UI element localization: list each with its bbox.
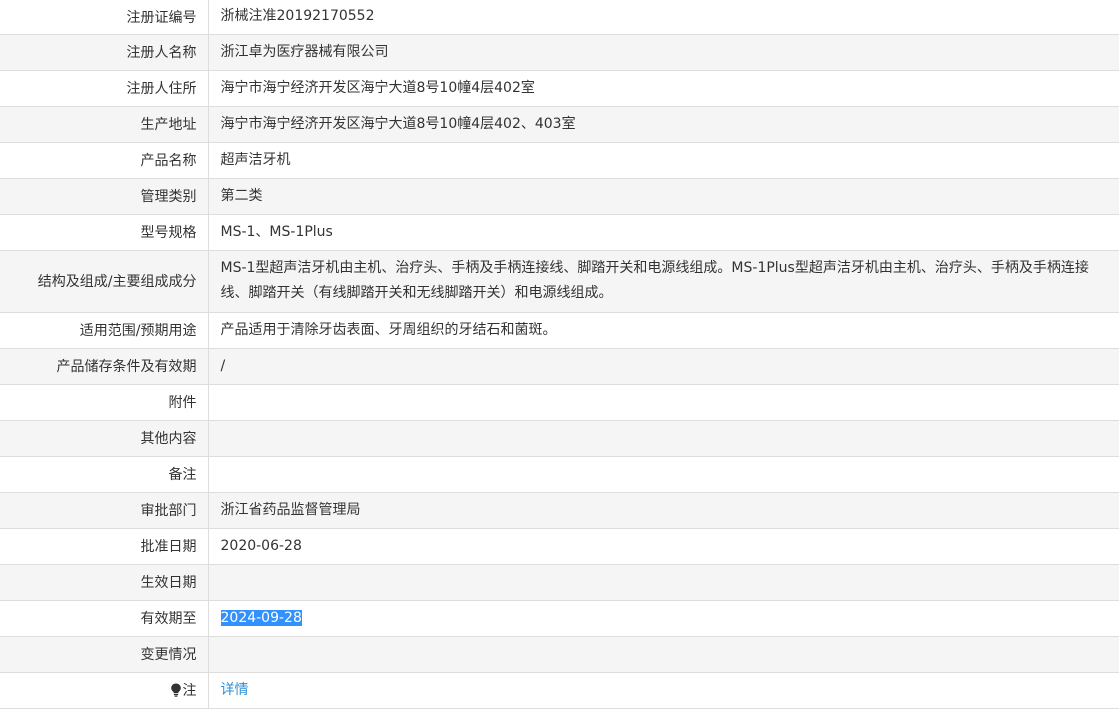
row-structure-composition: 结构及组成/主要组成成分 MS-1型超声洁牙机由主机、治疗头、手柄及手柄连接线、… [0,250,1119,313]
details-link[interactable]: 详情 [221,682,249,698]
field-label: 产品名称 [0,142,209,179]
field-value: 浙江省药品监督管理局 [208,492,1119,529]
field-label: 注 [0,672,209,709]
row-attachment: 附件 [0,384,1119,421]
row-intended-use: 适用范围/预期用途 产品适用于清除牙齿表面、牙周组织的牙结石和菌斑。 [0,312,1119,349]
field-label: 产品储存条件及有效期 [0,348,209,385]
field-label: 管理类别 [0,178,209,215]
field-value: MS-1、MS-1Plus [208,214,1119,251]
field-value [208,420,1119,457]
row-change-history: 变更情况 [0,636,1119,673]
field-value: 产品适用于清除牙齿表面、牙周组织的牙结石和菌斑。 [208,312,1119,349]
row-management-category: 管理类别 第二类 [0,178,1119,215]
field-value: 浙江卓为医疗器械有限公司 [208,34,1119,71]
field-value: / [208,348,1119,385]
lightbulb-icon [170,683,181,697]
field-value [208,456,1119,493]
field-value [208,636,1119,673]
row-registrant-name: 注册人名称 浙江卓为医疗器械有限公司 [0,34,1119,71]
field-label: 注册人住所 [0,70,209,107]
row-valid-until: 有效期至 2024-09-28 [0,600,1119,637]
field-label: 结构及组成/主要组成成分 [0,250,209,313]
field-label: 型号规格 [0,214,209,251]
field-label: 适用范围/预期用途 [0,312,209,349]
row-note: 注 详情 [0,672,1119,709]
field-label: 批准日期 [0,528,209,565]
row-approval-department: 审批部门 浙江省药品监督管理局 [0,492,1119,529]
selected-date-text[interactable]: 2024-09-28 [220,609,302,626]
row-storage-validity: 产品储存条件及有效期 / [0,348,1119,385]
row-registration-number: 注册证编号 浙械注准20192170552 [0,0,1119,35]
field-label: 有效期至 [0,600,209,637]
field-value: 超声洁牙机 [208,142,1119,179]
field-label: 注册证编号 [0,0,209,35]
field-label: 备注 [0,456,209,493]
row-registrant-address: 注册人住所 海宁市海宁经济开发区海宁大道8号10幢4层402室 [0,70,1119,107]
field-label: 生效日期 [0,564,209,601]
note-label: 注 [182,683,197,699]
row-remarks: 备注 [0,456,1119,493]
field-label: 附件 [0,384,209,421]
field-value [208,384,1119,421]
field-value: 第二类 [208,178,1119,215]
field-value: 2024-09-28 [208,600,1119,637]
row-effective-date: 生效日期 [0,564,1119,601]
field-label: 其他内容 [0,420,209,457]
field-value: 详情 [208,672,1119,709]
field-value: MS-1型超声洁牙机由主机、治疗头、手柄及手柄连接线、脚踏开关和电源线组成。MS… [208,250,1119,313]
registration-detail-table: 注册证编号 浙械注准20192170552 注册人名称 浙江卓为医疗器械有限公司… [0,0,1119,709]
field-value: 2020-06-28 [208,528,1119,565]
field-label: 变更情况 [0,636,209,673]
row-production-address: 生产地址 海宁市海宁经济开发区海宁大道8号10幢4层402、403室 [0,106,1119,143]
field-value: 浙械注准20192170552 [208,0,1119,35]
row-other-content: 其他内容 [0,420,1119,457]
row-approval-date: 批准日期 2020-06-28 [0,528,1119,565]
field-value: 海宁市海宁经济开发区海宁大道8号10幢4层402、403室 [208,106,1119,143]
field-label: 审批部门 [0,492,209,529]
row-model-spec: 型号规格 MS-1、MS-1Plus [0,214,1119,251]
field-value: 海宁市海宁经济开发区海宁大道8号10幢4层402室 [208,70,1119,107]
field-value [208,564,1119,601]
row-product-name: 产品名称 超声洁牙机 [0,142,1119,179]
field-label: 注册人名称 [0,34,209,71]
field-label: 生产地址 [0,106,209,143]
